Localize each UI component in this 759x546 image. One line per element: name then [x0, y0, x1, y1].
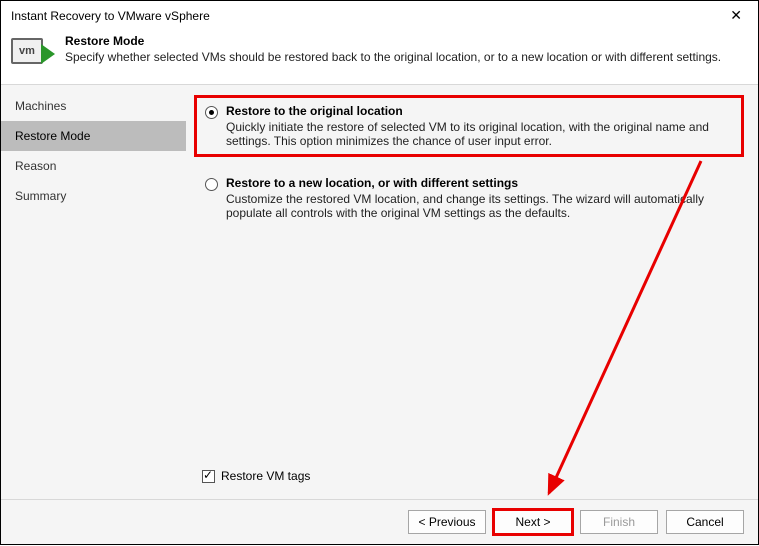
previous-button[interactable]: < Previous	[408, 510, 486, 534]
option-title: Restore to the original location	[226, 104, 733, 118]
radio-restore-original[interactable]	[205, 106, 218, 119]
header-text: Restore Mode Specify whether selected VM…	[65, 34, 721, 64]
option-text: Restore to a new location, or with diffe…	[226, 176, 733, 220]
checkbox-label: Restore VM tags	[221, 469, 310, 483]
option-desc: Quickly initiate the restore of selected…	[226, 120, 733, 148]
restore-vm-tags-row[interactable]: Restore VM tags	[194, 463, 744, 491]
option-desc: Customize the restored VM location, and …	[226, 192, 733, 220]
wizard-window: Instant Recovery to VMware vSphere ✕ vm …	[0, 0, 759, 545]
option-restore-new-location[interactable]: Restore to a new location, or with diffe…	[194, 167, 744, 229]
arrow-icon	[41, 44, 55, 64]
sidebar-item-summary[interactable]: Summary	[1, 181, 186, 211]
option-text: Restore to the original location Quickly…	[226, 104, 733, 148]
header-title: Restore Mode	[65, 34, 721, 48]
sidebar-item-reason[interactable]: Reason	[1, 151, 186, 181]
checkbox-restore-vm-tags[interactable]	[202, 470, 215, 483]
main-panel: Restore to the original location Quickly…	[186, 85, 758, 499]
sidebar-item-machines[interactable]: Machines	[1, 91, 186, 121]
option-restore-original[interactable]: Restore to the original location Quickly…	[194, 95, 744, 157]
sidebar-item-restore-mode[interactable]: Restore Mode	[1, 121, 186, 151]
cancel-button[interactable]: Cancel	[666, 510, 744, 534]
next-button[interactable]: Next >	[494, 510, 572, 534]
close-icon[interactable]: ✕	[724, 7, 748, 24]
wizard-body: Machines Restore Mode Reason Summary Res…	[1, 85, 758, 499]
wizard-footer: < Previous Next > Finish Cancel	[1, 499, 758, 544]
option-title: Restore to a new location, or with diffe…	[226, 176, 733, 190]
restore-vm-icon: vm	[11, 34, 55, 74]
finish-button: Finish	[580, 510, 658, 534]
titlebar: Instant Recovery to VMware vSphere ✕	[1, 1, 758, 28]
steps-sidebar: Machines Restore Mode Reason Summary	[1, 85, 186, 499]
header-subtitle: Specify whether selected VMs should be r…	[65, 50, 721, 64]
vm-box-icon: vm	[11, 38, 43, 64]
window-title: Instant Recovery to VMware vSphere	[11, 9, 210, 23]
radio-restore-new-location[interactable]	[205, 178, 218, 191]
wizard-header: vm Restore Mode Specify whether selected…	[1, 28, 758, 85]
